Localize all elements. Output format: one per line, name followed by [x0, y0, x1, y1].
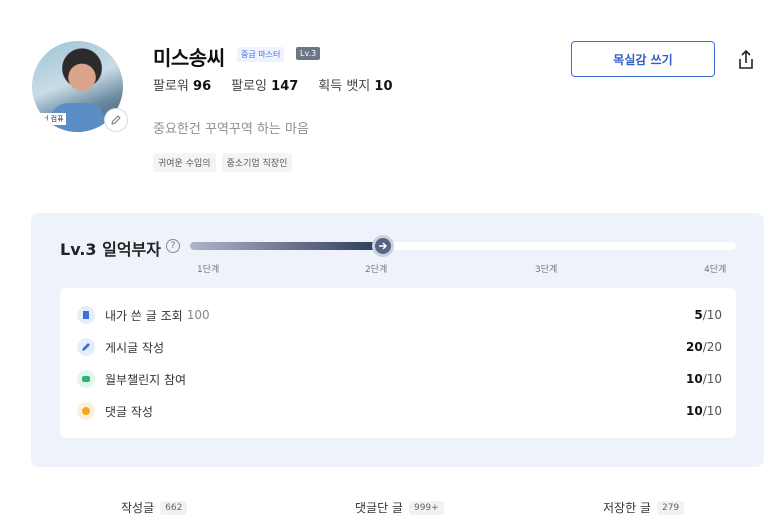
stage-label: 2단계	[365, 265, 388, 275]
level-progress-fill	[190, 242, 381, 250]
task-sub: 100	[186, 308, 210, 322]
task-score: 5/10	[694, 308, 722, 322]
profile-stats: 팔로워 96 팔로잉 147 획득 뱃지 10	[153, 75, 393, 94]
level-title: Lv.3 일억부자	[60, 240, 161, 259]
badges-stat[interactable]: 획득 뱃지 10	[318, 75, 392, 94]
pencil-icon	[111, 115, 121, 125]
task-label: 내가 쓴 글 조회	[105, 308, 183, 323]
tab-label: 댓글단 글	[355, 501, 403, 515]
stage-label: 3단계	[535, 265, 558, 275]
task-label: 월부챌린지 참여	[105, 372, 187, 387]
profile-tags: 귀여운 수입의 중소기업 직장인	[153, 153, 293, 172]
task-item: 월부챌린지 참여	[77, 369, 186, 389]
profile-tag: 중소기업 직장인	[221, 153, 293, 172]
tab-count: 662	[160, 500, 188, 515]
rank-badge: 중급 마스터	[237, 47, 285, 62]
task-item: 내가 쓴 글 조회 100	[77, 305, 210, 325]
tab-posts[interactable]: 작성글 662	[121, 499, 188, 516]
arrow-right-icon	[379, 242, 387, 250]
tab-saved[interactable]: 저장한 글 279	[603, 499, 685, 516]
following-stat[interactable]: 팔로잉 147	[231, 75, 298, 94]
share-button[interactable]	[736, 49, 756, 71]
task-item: 댓글 작성	[77, 401, 153, 421]
profile-bio: 중요한건 꾸역꾸역 하는 마음	[153, 122, 309, 137]
stage-label: 4단계	[704, 265, 727, 275]
tab-count: 279	[656, 500, 685, 515]
profile-name: 미스송씨	[153, 46, 225, 70]
stage-label: 1단계	[197, 265, 220, 275]
task-score: 10/10	[685, 372, 722, 386]
help-icon[interactable]: ?	[166, 239, 180, 253]
tab-count: 999+	[408, 500, 444, 515]
tab-commented[interactable]: 댓글단 글 999+	[355, 499, 444, 516]
pencil-icon	[77, 338, 95, 356]
tab-label: 작성글	[121, 501, 155, 515]
level-badge: Lv.3	[296, 47, 321, 60]
write-button[interactable]: 목실감 쓰기	[571, 41, 715, 77]
level-progress-knob	[372, 235, 394, 257]
profile-tag: 귀여운 수입의	[153, 153, 216, 172]
task-item: 게시글 작성	[77, 337, 164, 357]
document-icon	[77, 306, 95, 324]
share-icon	[739, 49, 753, 69]
task-score: 10/10	[685, 404, 722, 418]
tab-label: 저장한 글	[603, 501, 651, 515]
followers-stat[interactable]: 팔로워 96	[153, 75, 211, 94]
task-label: 게시글 작성	[105, 340, 165, 355]
comment-icon	[77, 402, 95, 420]
task-label: 댓글 작성	[105, 404, 153, 419]
task-score: 20/20	[685, 340, 722, 354]
avatar-caption: 너 컴퓨	[40, 113, 66, 125]
edit-avatar-button[interactable]	[104, 108, 128, 132]
chat-icon	[77, 370, 95, 388]
